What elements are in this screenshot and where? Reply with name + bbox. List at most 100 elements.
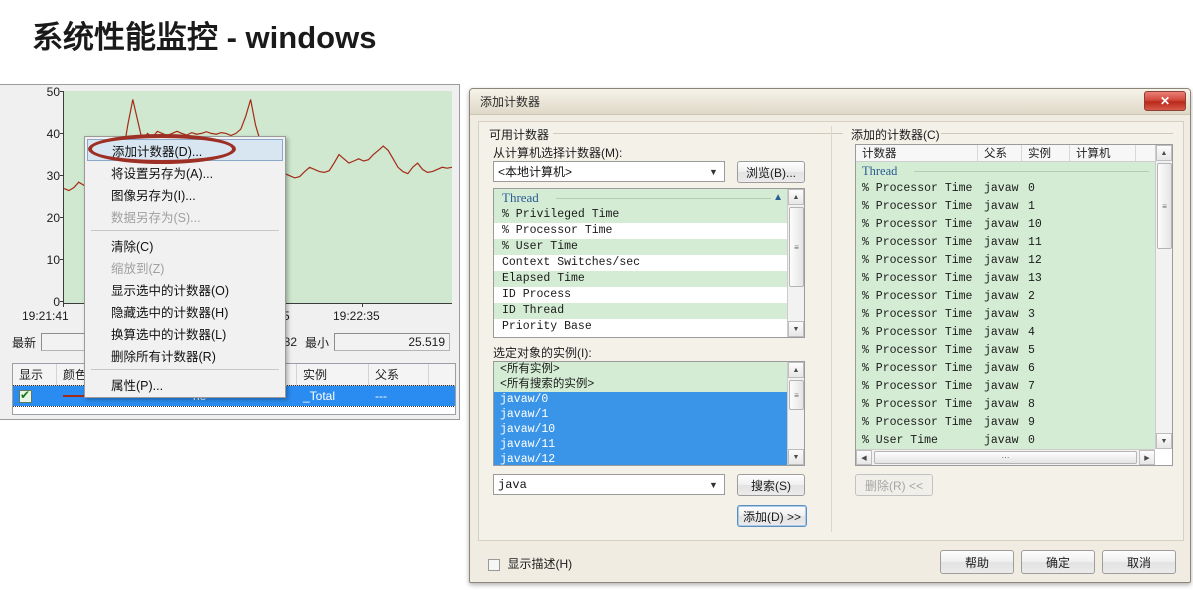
chart-context-menu[interactable]: 添加计数器(D)... 将设置另存为(A)... 图像另存为(I)... 数据另… — [84, 136, 286, 398]
add-button[interactable]: 添加(D) >> — [737, 505, 807, 527]
cell-parent: javaw — [984, 272, 1019, 285]
added-counters-vscrollbar[interactable]: ▲ ≡ ▼ — [1155, 145, 1172, 449]
y-axis-line — [63, 91, 64, 304]
menu-item-clear[interactable]: 清除(C) — [85, 234, 285, 256]
ok-button[interactable]: 确定 — [1021, 550, 1095, 574]
scroll-down-icon[interactable]: ▼ — [1156, 433, 1172, 449]
list-item[interactable]: Context Switches/sec — [494, 255, 787, 271]
dialog-body: 可用计数器 从计算机选择计数器(M): <本地计算机> ▼ 浏览(B)... T… — [470, 115, 1190, 582]
list-item[interactable]: Elapsed Time — [494, 271, 787, 287]
y-tickmark — [60, 91, 64, 92]
available-counters-list[interactable]: Thread ▲ % Privileged Time % Processor T… — [493, 188, 805, 338]
list-item[interactable]: % Privileged Time — [494, 207, 787, 223]
counter-group-thread[interactable]: Thread ▲ — [494, 189, 787, 207]
help-button[interactable]: 帮助 — [940, 550, 1014, 574]
available-counters-label: 可用计数器 — [489, 128, 550, 142]
menu-item-add-counters[interactable]: 添加计数器(D)... — [87, 139, 283, 161]
menu-item-show-selected[interactable]: 显示选中的计数器(O) — [85, 278, 285, 300]
list-item[interactable]: % User Time — [494, 239, 787, 255]
dialog-title: 添加计数器 — [480, 95, 541, 109]
search-button[interactable]: 搜索(S) — [737, 474, 805, 496]
menu-item-remove-all[interactable]: 删除所有计数器(R) — [85, 344, 285, 366]
cell-parent: javaw — [984, 218, 1019, 231]
list-item[interactable]: javaw/10 — [494, 422, 787, 437]
list-item[interactable]: <所有实例> — [494, 362, 787, 377]
instances-scrollbar[interactable]: ▲ ≡ ▼ — [787, 362, 804, 465]
dialog-content-panel: 可用计数器 从计算机选择计数器(M): <本地计算机> ▼ 浏览(B)... T… — [478, 121, 1184, 541]
legend-col-instance: 实例 — [297, 364, 369, 385]
table-row[interactable]: % Processor Time javaw 5 — [856, 342, 1155, 360]
menu-item-save-image-as[interactable]: 图像另存为(I)... — [85, 183, 285, 205]
menu-item-zoom-to: 缩放到(Z) — [111, 261, 165, 276]
show-description-row[interactable]: 显示描述(H) — [488, 555, 572, 573]
scrollbar-thumb[interactable]: ≡ — [1157, 163, 1172, 249]
list-item[interactable]: ID Process — [494, 287, 787, 303]
added-counters-hscrollbar[interactable]: ◀ ⋯ ▶ — [856, 449, 1155, 465]
close-icon[interactable]: ✕ — [1144, 91, 1186, 111]
menu-item-hide-selected[interactable]: 隐藏选中的计数器(H) — [85, 300, 285, 322]
show-description-checkbox[interactable] — [488, 558, 500, 571]
scrollbar-thumb[interactable]: ≡ — [789, 380, 804, 410]
table-row[interactable]: % Processor Time javaw 8 — [856, 396, 1155, 414]
table-row[interactable]: % Processor Time javaw 9 — [856, 414, 1155, 432]
scroll-up-icon[interactable]: ▲ — [1156, 145, 1172, 161]
scroll-down-icon[interactable]: ▼ — [788, 321, 804, 337]
available-counters-scrollbar[interactable]: ▲ ≡ ▼ — [787, 189, 804, 337]
cell-counter: % Processor Time — [862, 218, 973, 231]
legend-col-show: 显示 — [13, 364, 57, 385]
panel-divider — [831, 126, 832, 532]
scrollbar-thumb[interactable]: ≡ — [789, 207, 804, 287]
cell-counter: % Processor Time — [862, 272, 973, 285]
cell-instance: 12 — [1028, 254, 1042, 267]
scrollbar-thumb[interactable]: ⋯ — [874, 451, 1137, 464]
list-item[interactable]: javaw/1 — [494, 407, 787, 422]
list-item[interactable]: ID Thread — [494, 303, 787, 319]
table-row[interactable]: % Processor Time javaw 10 — [856, 216, 1155, 234]
chevron-up-icon[interactable]: ▲ — [773, 189, 783, 207]
added-counters-table[interactable]: 计数器 父系 实例 计算机 Thread % Processor Time java… — [855, 144, 1173, 466]
list-item[interactable]: javaw/0 — [494, 392, 787, 407]
list-item[interactable]: <所有搜索的实例> — [494, 377, 787, 392]
table-row[interactable]: % Processor Time javaw 13 — [856, 270, 1155, 288]
cell-computer — [1070, 234, 1136, 252]
table-row[interactable]: % Processor Time javaw 7 — [856, 378, 1155, 396]
table-row[interactable]: % Processor Time javaw 2 — [856, 288, 1155, 306]
cell-computer — [1070, 414, 1136, 432]
table-row[interactable]: % Processor Time javaw 11 — [856, 234, 1155, 252]
list-item[interactable]: Priority Base — [494, 319, 787, 335]
menu-item-properties[interactable]: 属性(P)... — [85, 373, 285, 395]
cell-parent: javaw — [984, 200, 1019, 213]
added-counters-rows[interactable]: Thread% Processor Time javaw 0% Processor … — [856, 162, 1155, 449]
list-item[interactable]: % Processor Time — [494, 223, 787, 239]
scroll-up-icon[interactable]: ▲ — [788, 362, 804, 378]
table-row[interactable]: % Processor Time javaw 6 — [856, 360, 1155, 378]
table-row[interactable]: % Processor Time javaw 3 — [856, 306, 1155, 324]
list-item[interactable]: javaw/11 — [494, 437, 787, 452]
menu-item-scale-selected[interactable]: 换算选中的计数器(L) — [85, 322, 285, 344]
cell-counter: % Processor Time — [862, 344, 973, 357]
table-row[interactable]: % Processor Time javaw 1 — [856, 198, 1155, 216]
scroll-right-icon[interactable]: ▶ — [1139, 450, 1155, 465]
table-row[interactable]: % Processor Time javaw 12 — [856, 252, 1155, 270]
cell-counter: % Processor Time — [862, 308, 973, 321]
cell-computer — [1070, 288, 1136, 306]
scroll-up-icon[interactable]: ▲ — [788, 189, 804, 205]
browse-button[interactable]: 浏览(B)... — [737, 161, 805, 183]
table-row[interactable]: % Processor Time javaw 0 — [856, 180, 1155, 198]
scroll-left-icon[interactable]: ◀ — [856, 450, 872, 465]
table-row[interactable]: Thread — [856, 162, 1155, 180]
legend-instance-name: _Total — [303, 389, 336, 403]
menu-item-save-settings-as[interactable]: 将设置另存为(A)... — [85, 161, 285, 183]
instances-list[interactable]: <所有实例> <所有搜索的实例> javaw/0 javaw/1 javaw/1… — [493, 361, 805, 466]
cell-computer — [1070, 198, 1136, 216]
latest-label: 最新 — [12, 335, 37, 350]
search-input[interactable]: java ▼ — [493, 474, 725, 495]
minimum-label: 最小 — [305, 335, 330, 350]
table-row[interactable]: % Processor Time javaw 4 — [856, 324, 1155, 342]
cancel-button[interactable]: 取消 — [1102, 550, 1176, 574]
list-item[interactable]: javaw/12 — [494, 452, 787, 465]
legend-show-checkbox[interactable] — [13, 386, 57, 406]
table-row[interactable]: % User Time javaw 0 — [856, 432, 1155, 449]
computer-select[interactable]: <本地计算机> ▼ — [493, 161, 725, 182]
scroll-down-icon[interactable]: ▼ — [788, 449, 804, 465]
